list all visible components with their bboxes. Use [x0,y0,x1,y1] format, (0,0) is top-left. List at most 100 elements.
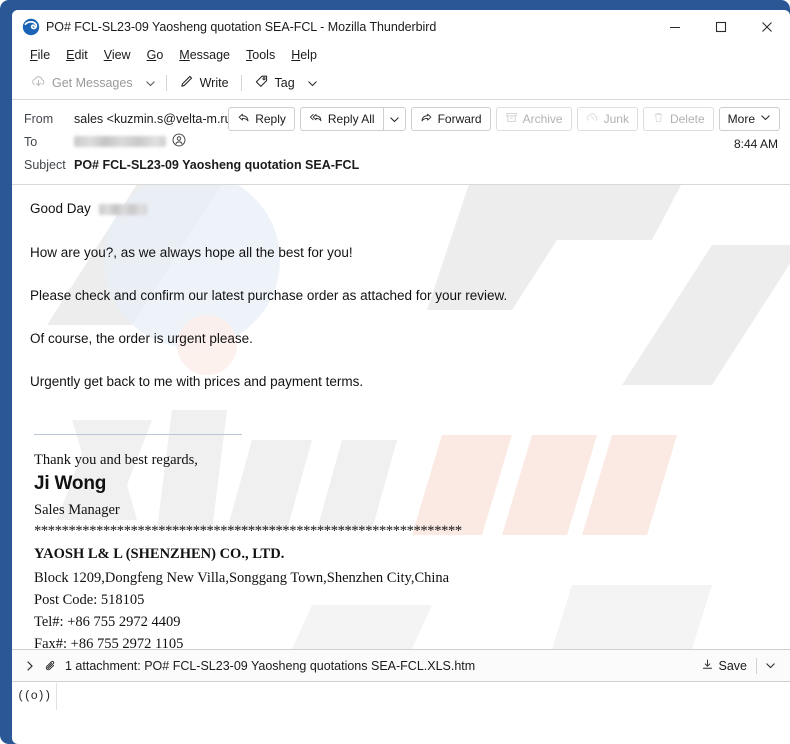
attachment-action-separator [756,657,757,674]
window-chrome: PO# FCL-SL23-09 Yaosheng quotation SEA-F… [12,10,790,744]
attachment-expander-button[interactable] [22,660,38,672]
chevron-down-icon [145,80,155,86]
download-cloud-icon [31,74,46,92]
more-label: More [727,112,755,126]
network-activity-indicator: ((o)) [12,682,57,710]
body-paragraph-2: Please check and confirm our latest purc… [30,287,508,303]
junk-label: Junk [603,112,629,126]
reply-label: Reply [255,112,286,126]
menu-help[interactable]: Help [283,46,325,64]
download-icon [701,658,714,674]
forward-button[interactable]: Forward [410,107,491,131]
menu-bar: File Edit View Go Message Tools Help [12,43,790,67]
reply-all-icon [309,111,323,127]
archive-button[interactable]: Archive [495,107,572,131]
toolbar-separator-2 [240,75,242,91]
get-messages-label: Get Messages [52,76,133,90]
message-actions: Reply Reply All Forward Archive Junk Del… [228,107,780,131]
junk-button[interactable]: Junk [576,107,638,131]
attachment-bar: 1 attachment: PO# FCL-SL23-09 Yaosheng q… [12,649,790,681]
subject-label: Subject [24,157,66,172]
save-label: Save [718,658,748,673]
reply-all-button[interactable]: Reply All [299,107,383,131]
chevron-right-icon [27,660,33,671]
status-bar: ((o)) [12,681,790,710]
trash-icon [652,111,665,127]
save-attachment-dropdown[interactable] [759,657,782,674]
attachment-actions: Save [694,650,783,681]
signature-divider [34,434,242,436]
window-title: PO# FCL-SL23-09 Yaosheng quotation SEA-F… [46,19,437,34]
chevron-down-icon [389,116,399,122]
paperclip-icon [44,659,58,673]
archive-icon [505,111,518,127]
minimize-icon [670,26,680,28]
menu-tools[interactable]: Tools [238,46,283,64]
message-content: Good Day How are you?, as we always hope… [12,185,790,649]
to-label: To [24,134,38,149]
from-label: From [24,111,54,126]
to-address-redacted [74,136,166,147]
minimize-button[interactable] [652,10,698,43]
signature-address: Block 1209,Dongfeng New Villa,Songgang T… [34,569,450,586]
to-row: To [12,130,790,153]
to-value[interactable] [74,133,186,150]
tag-button[interactable]: Tag [247,71,302,95]
forward-label: Forward [437,112,482,126]
subject-value: PO# FCL-SL23-09 Yaosheng quotation SEA-F… [74,157,360,172]
attachment-summary[interactable]: 1 attachment: PO# FCL-SL23-09 Yaosheng q… [65,659,475,673]
get-messages-dropdown[interactable] [140,75,161,92]
tag-icon [254,74,269,92]
signature-block: Thank you and best regards, Ji Wong Sale… [34,449,772,649]
forward-icon [420,111,433,127]
more-button[interactable]: More [718,107,780,131]
menu-go[interactable]: Go [139,46,172,64]
chevron-down-icon [766,663,775,669]
thunderbird-logo-icon [22,18,40,36]
save-attachment-button[interactable]: Save [694,655,755,677]
contact-avatar-icon[interactable] [172,133,186,150]
close-icon [762,21,772,32]
reply-all-group: Reply All [299,107,406,131]
reply-all-dropdown[interactable] [382,107,406,131]
menu-file[interactable]: File [22,46,58,64]
reply-button[interactable]: Reply [228,107,295,131]
signature-name: Ji Wong [34,473,107,495]
greeting-name-redacted [98,203,147,215]
write-button[interactable]: Write [172,71,236,95]
signature-company: YAOSH L& L (SHENZHEN) CO., LTD. [34,545,285,562]
from-address: sales <kuzmin.s@velta-m.ru> [74,111,239,126]
chevron-down-icon [307,80,317,86]
delete-button[interactable]: Delete [642,107,714,131]
message-timestamp: 8:44 AM [733,137,778,151]
message-body: Good Day How are you?, as we always hope… [12,185,790,649]
pencil-icon [179,74,194,92]
greeting-text: Good Day [30,201,91,216]
signature-post-code: Post Code: 518105 [34,591,145,608]
reply-all-label: Reply All [327,112,375,126]
menu-view[interactable]: View [96,46,139,64]
title-bar: PO# FCL-SL23-09 Yaosheng quotation SEA-F… [12,10,790,43]
close-button[interactable] [744,10,790,43]
body-paragraph-1: How are you?, as we always hope all the … [30,244,353,260]
menu-message[interactable]: Message [171,46,238,64]
body-paragraph-greeting: Good Day [30,201,772,218]
junk-icon [586,111,599,127]
thunderbird-window: PO# FCL-SL23-09 Yaosheng quotation SEA-F… [0,0,790,744]
archive-label: Archive [522,112,563,126]
delete-label: Delete [669,112,705,126]
window-controls [652,10,790,43]
write-label: Write [199,76,229,90]
tag-label: Tag [274,76,295,90]
message-header: From sales <kuzmin.s@velta-m.ru> To Subj… [12,100,790,185]
tag-dropdown[interactable] [302,75,323,92]
menu-edit[interactable]: Edit [58,46,96,64]
maximize-icon [715,21,727,32]
maximize-button[interactable] [698,10,744,43]
chevron-down-icon [760,112,771,126]
body-paragraph-3: Of course, the order is urgent please. [30,330,253,346]
signature-asterisk-divider: ****************************************… [34,523,462,540]
get-messages-button[interactable]: Get Messages [24,71,140,95]
reply-icon [237,111,250,127]
body-paragraph-4: Urgently get back to me with prices and … [30,373,364,389]
